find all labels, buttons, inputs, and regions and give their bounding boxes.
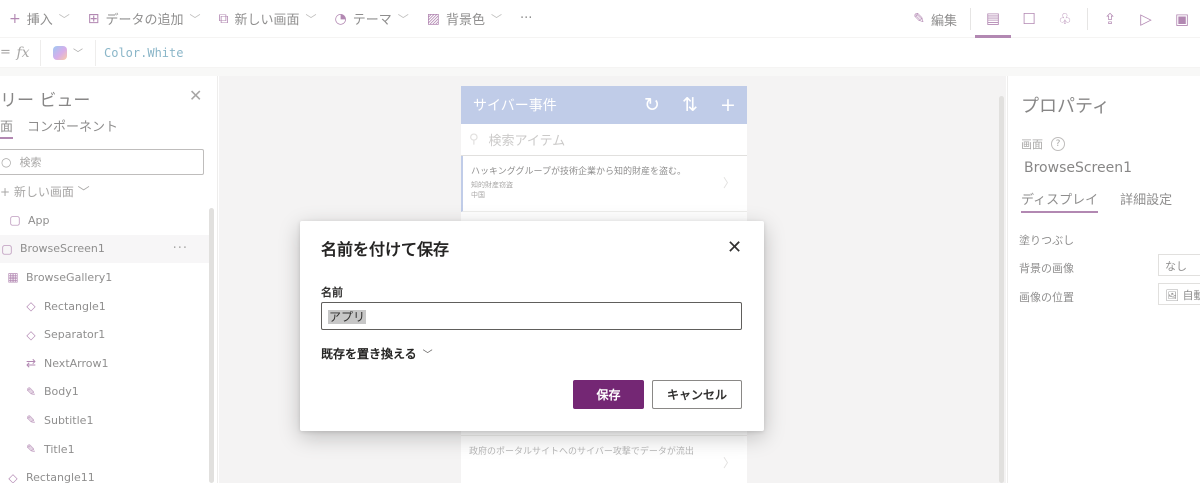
- chevron-down-icon: ﹀: [422, 350, 433, 361]
- save-as-dialog: 名前を付けて保存 ✕ 名前 アプリ 既存を置き換える ﹀ 保存 キャンセル: [300, 221, 764, 431]
- name-input-value: アプリ: [328, 310, 367, 324]
- dialog-title: 名前を付けて保存: [321, 240, 450, 259]
- cancel-button[interactable]: キャンセル: [652, 380, 742, 409]
- replace-existing-label: 既存を置き換える: [321, 347, 417, 361]
- replace-existing-toggle[interactable]: 既存を置き換える ﹀: [321, 345, 433, 362]
- save-button[interactable]: 保存: [573, 380, 644, 409]
- name-input[interactable]: アプリ: [321, 302, 742, 330]
- name-label: 名前: [321, 286, 343, 299]
- close-icon[interactable]: ✕: [727, 237, 742, 258]
